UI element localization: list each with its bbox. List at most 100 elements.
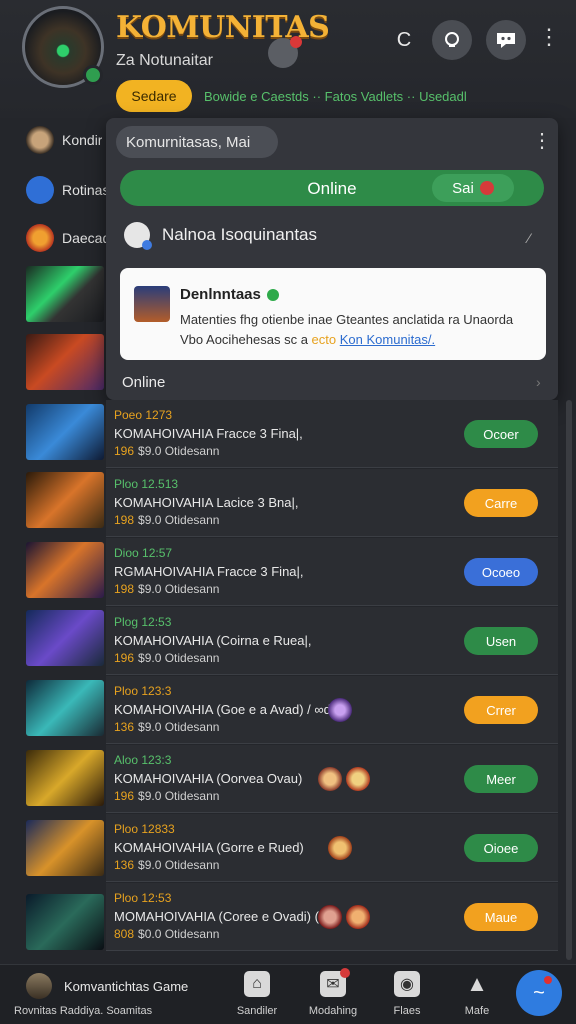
community-avatar[interactable] <box>26 973 52 999</box>
message-icon: ✉ <box>320 968 350 997</box>
compose-icon: ~ <box>533 981 545 1004</box>
event-count: 196 <box>114 789 135 803</box>
profile-avatar[interactable] <box>22 6 104 88</box>
chevron-right-icon[interactable]: › <box>536 374 541 390</box>
sidebar-item-kondir[interactable]: Kondir <box>0 112 110 168</box>
notification-badge <box>544 976 552 984</box>
nav-item-label: Modahing <box>308 1005 358 1017</box>
event-title: RGMAHOIVAHIA Fracce 3 Fina|, <box>114 564 304 579</box>
event-count: 198 <box>114 582 135 596</box>
panel-more-icon[interactable]: ⋮ <box>532 128 552 153</box>
section-title: Nalnoa Isoquinantas <box>162 225 318 244</box>
nav-item-modahing[interactable]: ✉ Modahing <box>298 968 368 1017</box>
event-action-button[interactable]: Crrer <box>464 696 538 724</box>
nav-item-flaes[interactable]: ◉ Flaes <box>372 971 442 1017</box>
notice-link[interactable]: Kon Komunitas/. <box>340 332 435 347</box>
refresh-icon[interactable]: C <box>384 20 424 60</box>
game-thumbnail[interactable] <box>26 894 104 950</box>
list-item[interactable]: Aloo 123:3 KOMAHOIVAHIA (Oorvea Ovau) 19… <box>106 745 558 813</box>
game-thumbnail[interactable] <box>26 404 104 460</box>
list-item[interactable]: Ploo 123:3 KOMAHOIVAHIA (Goe e a Avad) /… <box>106 676 558 744</box>
status-set-button[interactable]: Sai <box>432 174 514 202</box>
event-price: $9.0 Otidesann <box>138 582 220 596</box>
event-price: $9.0 Otidesann <box>138 789 220 803</box>
online-section-label: Online <box>122 374 166 391</box>
event-time: Ploo 123:3 <box>114 684 172 698</box>
sidebar-item-label: Kondir <box>62 132 103 148</box>
game-thumbnail[interactable] <box>26 820 104 876</box>
event-action-button[interactable]: Oioee <box>464 834 538 862</box>
game-thumbnail[interactable] <box>26 334 104 390</box>
event-price: $9.0 Otidesann <box>138 444 220 458</box>
event-action-button[interactable]: Maue <box>464 903 538 931</box>
nav-item-label: Mafe <box>464 1005 490 1017</box>
game-thumbnail[interactable] <box>26 472 104 528</box>
participant-avatar <box>318 905 342 929</box>
list-item[interactable]: Dioo 12:57 RGMAHOIVAHIA Fracce 3 Fina|, … <box>106 538 558 606</box>
game-thumbnail[interactable] <box>26 266 104 322</box>
event-price: $9.0 Otidesann <box>138 513 220 527</box>
category-chip[interactable]: Sedare <box>116 80 192 112</box>
event-price: $9.0 Otidesann <box>138 720 220 734</box>
event-time: Dioo 12:57 <box>114 546 173 560</box>
list-item[interactable]: Ploo 12.513 KOMAHOIVAHIA Lacice 3 Bna|, … <box>106 469 558 537</box>
event-title: KOMAHOIVAHIA (Oorvea Ovau) <box>114 771 303 786</box>
mascot-icon[interactable] <box>268 36 302 68</box>
more-menu-icon[interactable]: ⋮ <box>538 24 560 50</box>
event-action-button[interactable]: Usen <box>464 627 538 655</box>
event-action-button[interactable]: Meer <box>464 765 538 793</box>
list-item[interactable]: Ploo 12833 KOMAHOIVAHIA (Gorre e Rued) 1… <box>106 814 558 882</box>
support-agent-icon[interactable] <box>432 20 472 60</box>
app-subtitle: Za Notunaitar <box>116 52 213 69</box>
game-thumbnail[interactable] <box>26 680 104 736</box>
event-meta: 198 $9.0 Otidesann <box>114 513 219 527</box>
sidebar-item-label: Rotinas <box>62 182 110 198</box>
community-popup: Komurnitasas, Mai ⋮ Online Sai Nalnoa Is… <box>106 118 558 400</box>
event-action-button[interactable]: Carre <box>464 489 538 517</box>
list-scrollbar[interactable] <box>566 400 572 960</box>
game-thumbnail[interactable] <box>26 750 104 806</box>
event-count: 136 <box>114 858 135 872</box>
event-action-button[interactable]: Ocoer <box>464 420 538 448</box>
event-count: 196 <box>114 651 135 665</box>
verified-icon <box>266 288 279 301</box>
nav-item-sandiler[interactable]: ⌂ Sandiler <box>222 971 292 1017</box>
event-title: KOMAHOIVAHIA (Gorre e Rued) <box>114 840 304 855</box>
online-status-dot <box>83 65 103 85</box>
chat-bubble-icon[interactable] <box>486 20 526 60</box>
event-meta: 196 $9.0 Otidesann <box>114 651 219 665</box>
notification-badge <box>340 968 350 978</box>
participant-avatar <box>346 905 370 929</box>
sidebar-item-daecado[interactable]: Daecado <box>0 210 110 266</box>
nav-item-mafe[interactable]: ▲ Mafe <box>442 971 512 1017</box>
sidebar-avatar-icon <box>26 126 54 154</box>
section-header: Nalnoa Isoquinantas <box>124 222 318 250</box>
community-search-input[interactable]: Komurnitasas, Mai <box>116 126 278 158</box>
event-count: 136 <box>114 720 135 734</box>
list-item[interactable]: Ploo 12:53 MOMAHOIVAHIA (Coree e Ovadi) … <box>106 883 558 951</box>
warning-icon: ▲ <box>466 971 488 996</box>
status-set-label: Sai <box>452 179 474 197</box>
game-icon: ◉ <box>394 971 420 997</box>
event-meta: 136 $9.0 Otidesann <box>114 858 219 872</box>
event-price: $9.0 Otidesann <box>138 651 220 665</box>
community-name: Komvantichtas Game <box>64 979 189 994</box>
event-meta: 196 $9.0 Otidesann <box>114 789 219 803</box>
list-item[interactable]: Plog 12:53 KOMAHOIVAHIA (Coirna e Ruea|,… <box>106 607 558 675</box>
sidebar-rotinas-icon <box>26 176 54 204</box>
bottom-navigation: Komvantichtas Game Rovnitas Raddiya. Soa… <box>0 964 576 1024</box>
online-status-bar[interactable]: Online Sai <box>120 170 544 206</box>
home-icon: ⌂ <box>244 971 270 997</box>
notice-card[interactable]: Denlnntaas Matenties fhg otienbe inae Gt… <box>120 268 546 360</box>
event-count: 196 <box>114 444 135 458</box>
event-title: KOMAHOIVAHIA Lacice 3 Bna|, <box>114 495 299 510</box>
game-thumbnail[interactable] <box>26 542 104 598</box>
nav-item-label: Flaes <box>393 1005 421 1017</box>
event-count: 808 <box>114 927 135 941</box>
list-item[interactable]: Poeo 1273 KOMAHOIVAHIA Fracce 3 Fina|, 1… <box>106 400 558 468</box>
edit-icon[interactable]: ⁄ <box>528 230 530 246</box>
event-action-button[interactable]: Ocoeo <box>464 558 538 586</box>
compose-fab-button[interactable]: ~ <box>516 970 562 1016</box>
notice-body: Matenties fhg otienbe inae Gteantes ancl… <box>180 310 532 350</box>
game-thumbnail[interactable] <box>26 610 104 666</box>
